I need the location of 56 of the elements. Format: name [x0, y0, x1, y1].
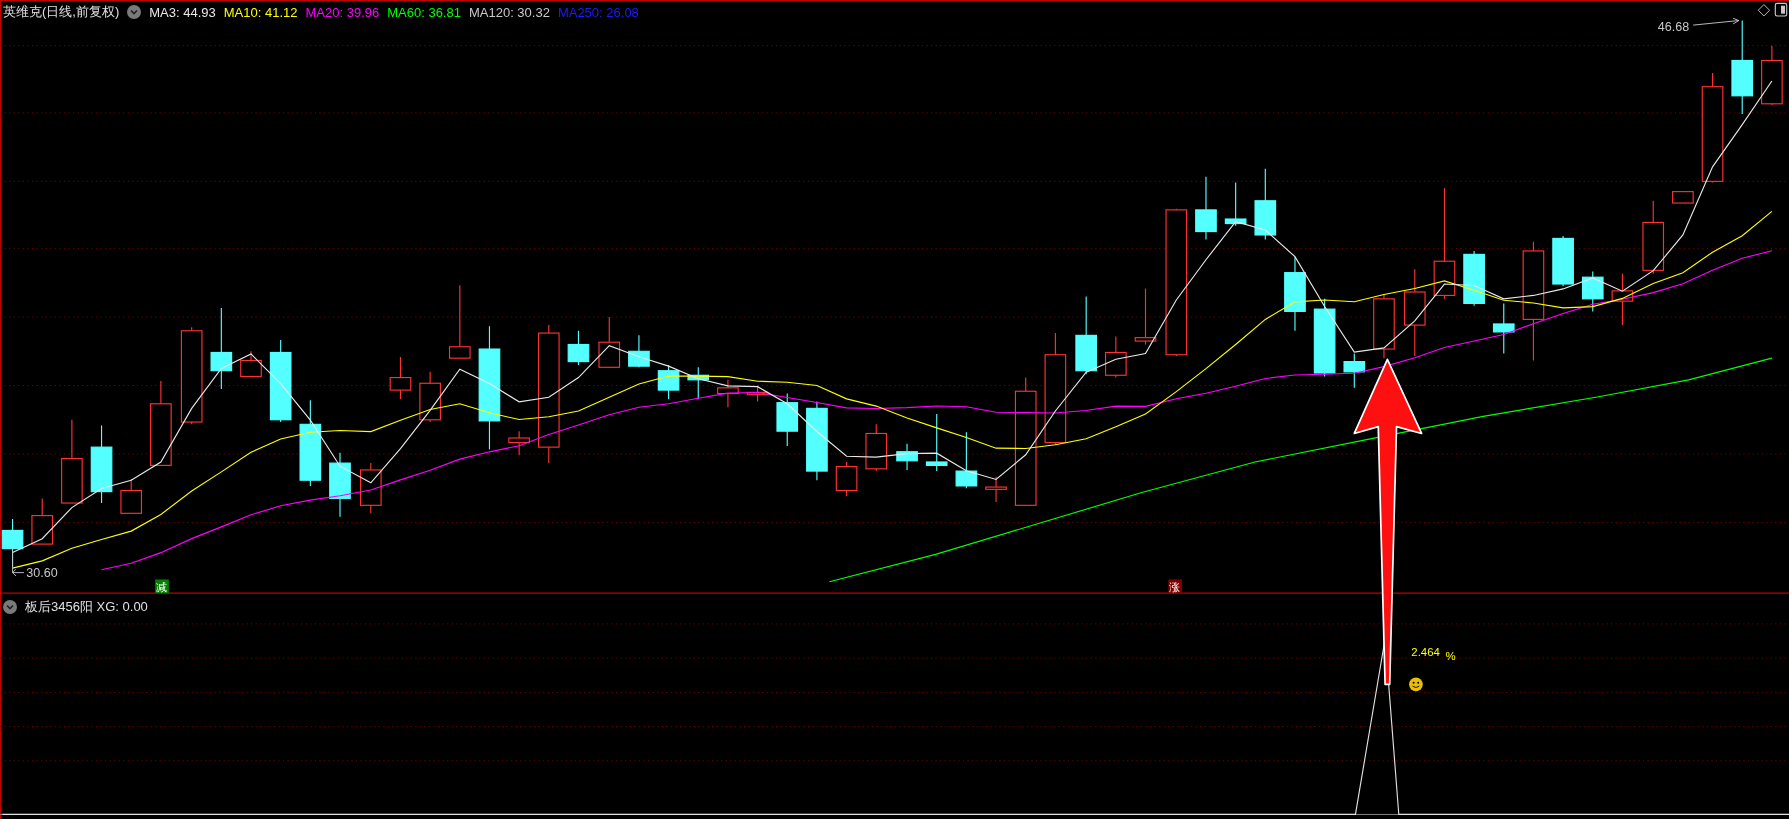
candlestick: [835, 461, 858, 497]
candlestick: [925, 413, 948, 472]
candlestick: [1463, 250, 1485, 307]
candlestick: [1224, 181, 1247, 227]
candlestick: [1492, 302, 1515, 355]
high-price-label: 46.68: [1657, 19, 1690, 34]
candlestick: [419, 371, 441, 423]
candlestick: [717, 379, 739, 408]
candlestick: [1134, 288, 1157, 346]
ma-legend-value: MA60: 36.81: [387, 4, 461, 20]
candlestick: [657, 364, 680, 400]
ma-legend-value: MA3: 44.93: [149, 4, 216, 20]
candlestick: [359, 462, 382, 514]
signal-marker: 减: [156, 579, 168, 594]
candlestick: [240, 350, 262, 377]
signal-marker: 涨: [1169, 579, 1181, 594]
low-pointer-icon: [12, 548, 25, 577]
candlestick: [1373, 293, 1395, 359]
candlestick: [746, 385, 769, 403]
ma-legend-value: MA10: 41.12: [223, 4, 298, 20]
candlestick: [567, 330, 590, 366]
ma-legend-value: MA20: 39.96: [305, 4, 380, 20]
candlestick: [985, 476, 1007, 503]
candlestick: [389, 356, 412, 400]
candlestick: [1761, 45, 1783, 106]
candlestick: [955, 431, 978, 489]
candlestick: [896, 443, 918, 471]
candlestick: [628, 334, 650, 368]
percent-unit: %: [1445, 650, 1456, 663]
diamond-icon[interactable]: [1757, 4, 1771, 17]
smiley-icon: [1409, 677, 1423, 692]
candlestick: [31, 497, 54, 545]
high-pointer-icon: [1692, 17, 1740, 26]
candlestick: [1672, 191, 1694, 204]
candlestick: [1105, 335, 1127, 379]
candlestick: [1581, 270, 1604, 312]
candlestick: [1195, 176, 1217, 241]
indicator-title: 板后3456阳 XG: 0.00: [25, 598, 148, 616]
indicator-value: 2.464: [1411, 645, 1440, 658]
ma-legend-value: MA250: 26.08: [557, 4, 639, 20]
candlestick: [120, 478, 143, 514]
candlestick: [865, 423, 888, 472]
candlestick: [687, 366, 710, 400]
collapse-chevron-icon[interactable]: [3, 600, 17, 614]
collapse-chevron-icon[interactable]: [127, 5, 142, 19]
candlestick: [1343, 353, 1366, 389]
candlestick: [776, 392, 799, 447]
low-price-label: 30.60: [26, 566, 58, 581]
candlestick: [329, 452, 351, 518]
candlestick: [1552, 235, 1574, 287]
candlestick: [598, 316, 621, 368]
candlestick: [508, 430, 530, 456]
chart-title: 英维克(日线,前复权): [3, 3, 120, 21]
ma-legend-value: MA120: 30.32: [468, 4, 550, 20]
candlestick: [1611, 273, 1634, 326]
panel-toggle-icon[interactable]: [1774, 2, 1788, 17]
